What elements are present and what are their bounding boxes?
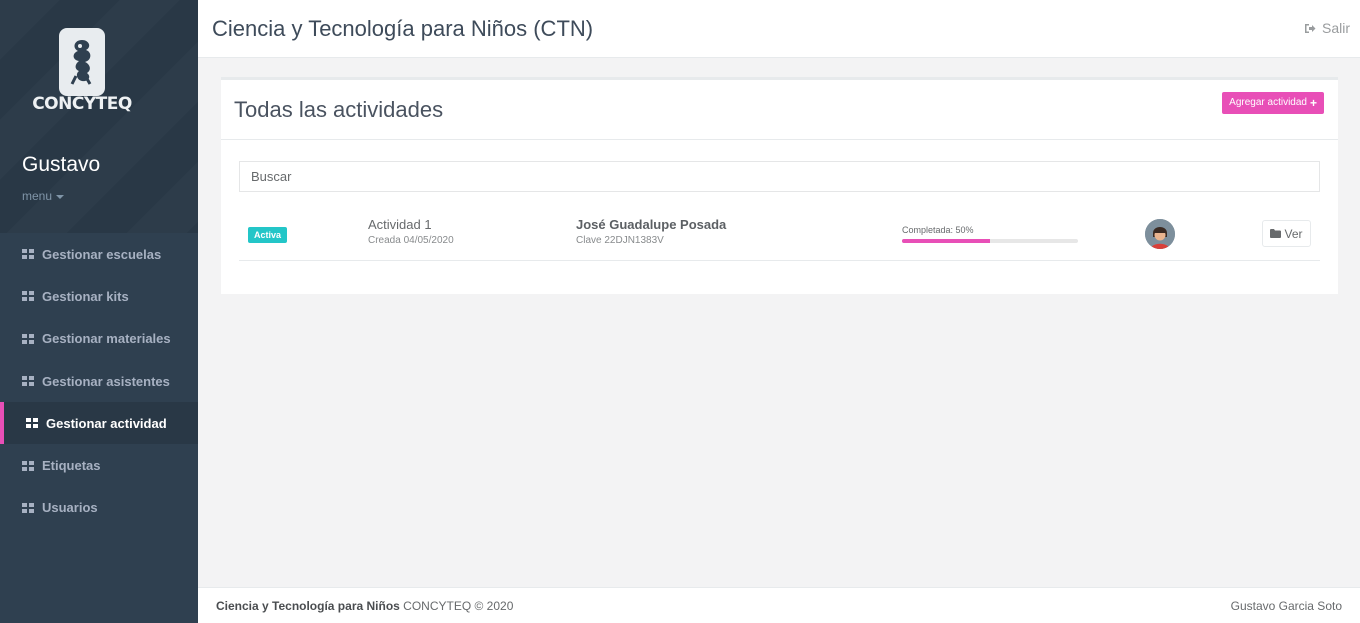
sidebar-item-label: Etiquetas [42, 458, 101, 474]
user-menu-label: menu [22, 189, 53, 203]
progress-label: Completada: 50% [902, 225, 974, 235]
top-navbar: Ciencia y Tecnología para Niños (CTN) Sa… [198, 0, 1360, 58]
sidebar-item-gestionar-kits[interactable]: Gestionar kits [0, 275, 198, 317]
sidebar-profile: CONCYTEQ Gustavo menu [0, 0, 198, 233]
activity-info: Actividad 1 Creada 04/05/2020 [368, 217, 454, 246]
search-input[interactable] [239, 161, 1320, 192]
activities-panel: Todas las actividades Agregar actividad … [221, 77, 1338, 294]
th-large-icon [22, 460, 34, 471]
th-large-icon [22, 291, 34, 302]
user-name: Gustavo [22, 153, 101, 176]
footer-copyright: Ciencia y Tecnología para Niños CONCYTEQ… [216, 599, 513, 613]
logo-glyph-icon [70, 40, 92, 85]
panel-header: Todas las actividades Agregar actividad … [221, 80, 1338, 140]
th-large-icon [22, 502, 34, 513]
sidebar-item-etiquetas[interactable]: Etiquetas [0, 444, 198, 486]
sidebar-item-label: Gestionar kits [42, 288, 129, 304]
logo-badge [59, 28, 105, 96]
user-avatar-icon [1145, 219, 1175, 249]
folder-icon [1270, 229, 1282, 238]
footer-brand: Ciencia y Tecnología para Niños [216, 599, 400, 613]
progress-bar [902, 239, 1078, 243]
sidebar-item-gestionar-asistentes[interactable]: Gestionar asistentes [0, 360, 198, 402]
sidebar-item-gestionar-actividad[interactable]: Gestionar actividad [0, 402, 198, 445]
sidebar: CONCYTEQ Gustavo menu Gestionar escuelas… [0, 0, 198, 623]
sign-out-icon [1304, 23, 1316, 33]
page-title: Todas las actividades [234, 97, 444, 122]
app-title: Ciencia y Tecnología para Niños (CTN) [212, 16, 594, 41]
sidebar-item-label: Gestionar actividad [46, 415, 167, 431]
activity-row: Activa Actividad 1 Creada 04/05/2020 Jos… [239, 203, 1320, 261]
activity-created-date: Creada 04/05/2020 [368, 235, 454, 246]
logout-label: Salir [1321, 20, 1350, 36]
view-button[interactable]: Ver [1262, 220, 1311, 247]
add-activity-button[interactable]: Agregar actividad + [1222, 92, 1324, 114]
sidebar-item-label: Usuarios [42, 500, 98, 516]
th-large-icon [22, 249, 34, 260]
progress-block: Completada: 50% [902, 225, 1078, 243]
logo-text: CONCYTEQ [32, 94, 132, 114]
footer: Ciencia y Tecnología para Niños CONCYTEQ… [198, 587, 1360, 623]
school-info: José Guadalupe Posada Clave 22DJN1383V [576, 217, 726, 246]
logout-link[interactable]: Salir [1304, 20, 1350, 36]
user-menu-toggle[interactable]: menu [22, 189, 65, 203]
th-large-icon [22, 333, 34, 344]
sidebar-item-usuarios[interactable]: Usuarios [0, 487, 198, 529]
status-badge: Activa [248, 227, 288, 243]
avatar [1145, 219, 1175, 249]
view-label: Ver [1284, 226, 1303, 241]
sidebar-item-gestionar-materiales[interactable]: Gestionar materiales [0, 318, 198, 360]
school-name: José Guadalupe Posada [576, 217, 727, 232]
th-large-icon [22, 376, 34, 387]
add-activity-label: Agregar actividad [1229, 97, 1307, 108]
progress-fill [902, 239, 990, 243]
plus-icon: + [1309, 96, 1317, 110]
th-large-icon [26, 418, 38, 429]
sidebar-item-label: Gestionar escuelas [42, 246, 162, 262]
sidebar-item-label: Gestionar materiales [42, 331, 171, 347]
sidebar-item-label: Gestionar asistentes [42, 373, 170, 389]
caret-down-icon [56, 194, 65, 199]
footer-author: Gustavo Garcia Soto [1230, 599, 1342, 613]
concyteq-logo: CONCYTEQ [30, 28, 134, 118]
activity-name[interactable]: Actividad 1 [368, 217, 454, 232]
sidebar-item-gestionar-escuelas[interactable]: Gestionar escuelas [0, 233, 198, 275]
footer-copyright-text: CONCYTEQ © 2020 [403, 599, 514, 613]
sidebar-nav: Gestionar escuelas Gestionar kits Gestio… [0, 233, 198, 529]
school-clave: Clave 22DJN1383V [576, 235, 664, 246]
